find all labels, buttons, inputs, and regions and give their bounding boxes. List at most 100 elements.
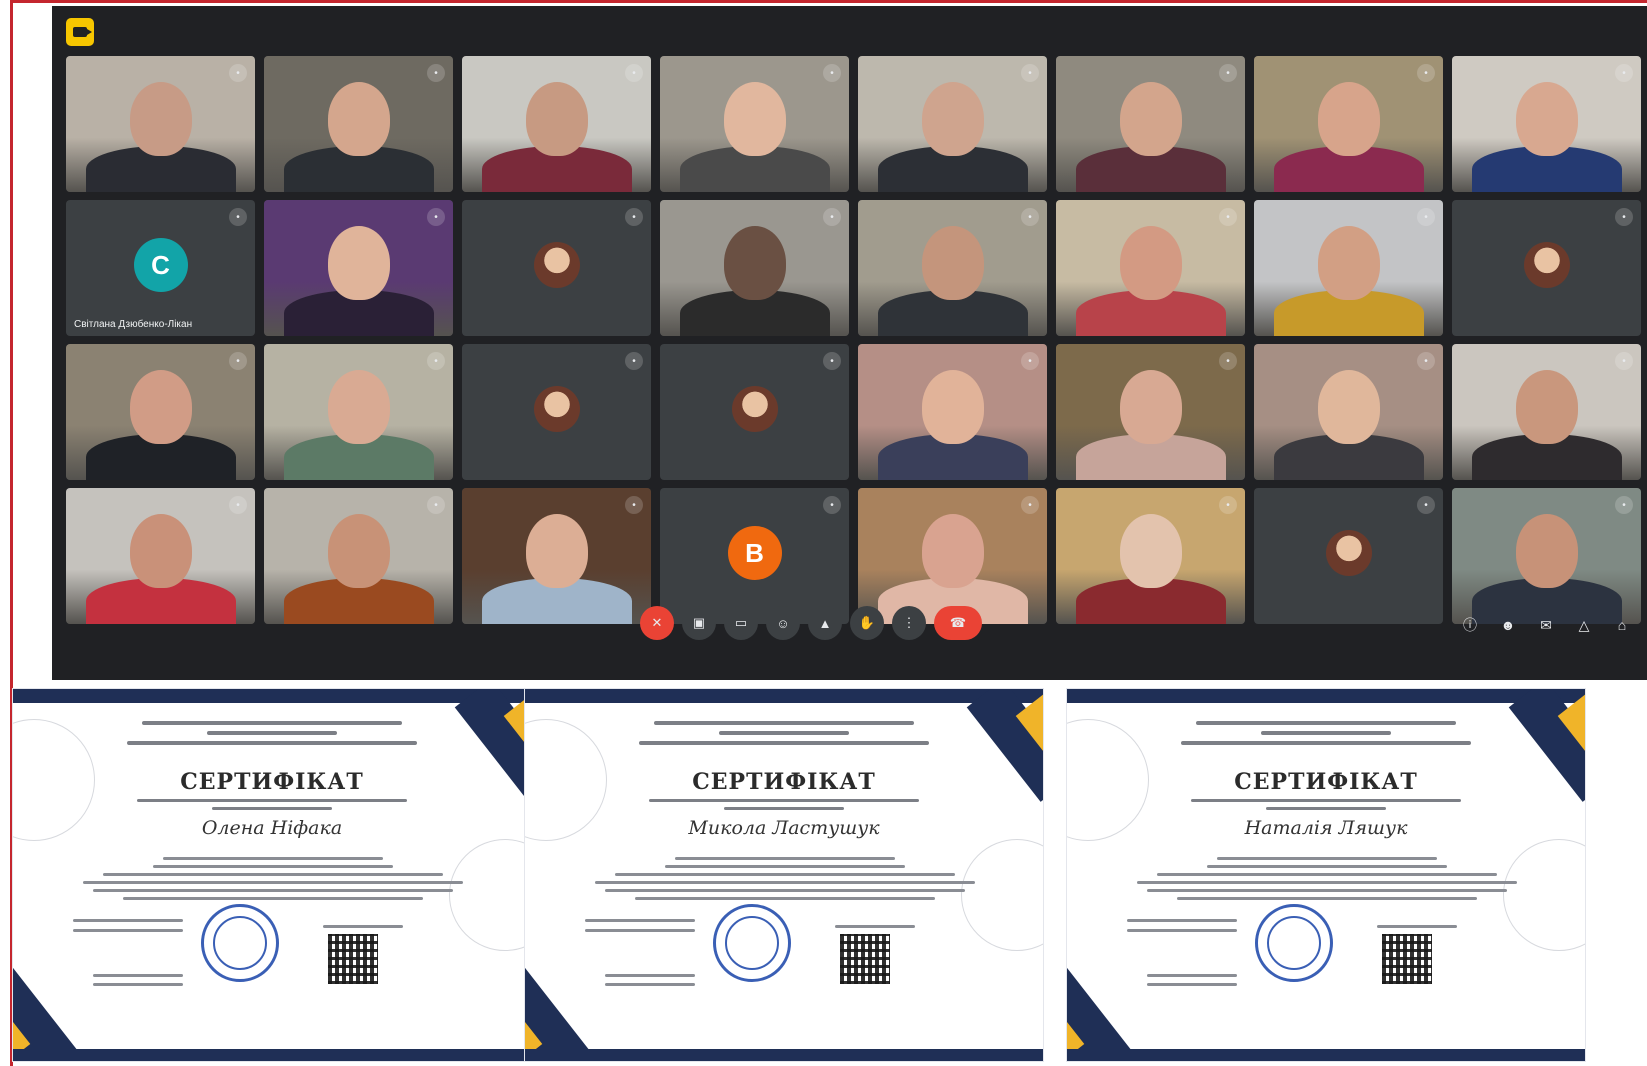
participant-face bbox=[1119, 82, 1182, 156]
participant-tile[interactable]: • bbox=[1254, 344, 1443, 480]
participant-tile[interactable]: • bbox=[1452, 344, 1641, 480]
participant-tile[interactable]: • bbox=[1452, 56, 1641, 192]
participant-face bbox=[129, 82, 192, 156]
participant-tile[interactable]: • bbox=[66, 344, 255, 480]
mic-muted-icon: • bbox=[427, 208, 445, 226]
participant-face bbox=[1515, 514, 1578, 588]
participant-tile[interactable]: • bbox=[264, 200, 453, 336]
captions-button[interactable]: ▭ bbox=[724, 606, 758, 640]
participant-tile[interactable]: • bbox=[858, 56, 1047, 192]
participant-face bbox=[525, 514, 588, 588]
participant-tile[interactable]: • bbox=[1254, 56, 1443, 192]
certificate-header-text bbox=[1196, 721, 1456, 725]
certificate-body-text bbox=[605, 889, 965, 892]
chat-icon[interactable]: ✉ bbox=[1533, 614, 1559, 636]
certificate-footer-text bbox=[1147, 983, 1237, 986]
participant-tile[interactable]: • bbox=[1452, 200, 1641, 336]
participant-face bbox=[129, 370, 192, 444]
participant-tile[interactable]: • bbox=[858, 200, 1047, 336]
participant-tile[interactable]: • bbox=[660, 344, 849, 480]
certificate-body-text bbox=[595, 881, 975, 884]
certificate-card: СЕРТИФІКАТ Наталія Ляшук bbox=[1066, 688, 1586, 1062]
participant-face bbox=[525, 82, 588, 156]
certificate-body-text bbox=[1147, 889, 1507, 892]
certificate-qr-code bbox=[1382, 934, 1432, 984]
certificate-subtitle-text bbox=[724, 807, 844, 810]
mic-muted-icon: • bbox=[1021, 352, 1039, 370]
certificate-border bbox=[13, 689, 531, 703]
certificate-header-text bbox=[142, 721, 402, 725]
participant-face bbox=[129, 514, 192, 588]
certificate-seal bbox=[713, 904, 791, 982]
present-button[interactable]: ▲ bbox=[808, 606, 842, 640]
participant-face bbox=[1515, 370, 1578, 444]
certificate-subtitle-text bbox=[1191, 799, 1461, 802]
certificate-body-text bbox=[93, 889, 453, 892]
emoji-button[interactable]: ☺ bbox=[766, 606, 800, 640]
certificate-subtitle-text bbox=[1266, 807, 1386, 810]
participant-tile[interactable]: • bbox=[1254, 200, 1443, 336]
certificate-ornament bbox=[449, 839, 531, 951]
certificate-signatory bbox=[835, 925, 915, 928]
participant-face bbox=[1317, 370, 1380, 444]
camera-button[interactable]: ▣ bbox=[682, 606, 716, 640]
participant-tile[interactable]: • bbox=[858, 344, 1047, 480]
certificate-signatory bbox=[1127, 929, 1237, 932]
video-call-window: • • • • • • • • С • Світлана Дзюбенко-Лікан • • • • • • •… bbox=[52, 6, 1647, 680]
mic-muted-icon: • bbox=[1417, 64, 1435, 82]
leave-call-button[interactable]: ☎ bbox=[934, 606, 982, 640]
participant-tile[interactable]: • bbox=[462, 56, 651, 192]
certificate-body-text bbox=[1207, 865, 1447, 868]
activities-icon[interactable]: △ bbox=[1571, 614, 1597, 636]
participant-tile[interactable]: • bbox=[1056, 56, 1245, 192]
certificate-body-text bbox=[1217, 857, 1437, 860]
participant-avatar bbox=[1325, 530, 1372, 576]
certificate-title: СЕРТИФІКАТ bbox=[1234, 769, 1418, 795]
certificate-signatory bbox=[585, 919, 695, 922]
certificate-border bbox=[525, 689, 1043, 703]
certificate-header-text bbox=[639, 741, 929, 745]
certificate-title: СЕРТИФІКАТ bbox=[692, 769, 876, 795]
certificate-header-text bbox=[207, 731, 337, 735]
certificate-ornament bbox=[1503, 839, 1585, 951]
mic-muted-icon: • bbox=[1219, 64, 1237, 82]
certificate-signatory bbox=[73, 919, 183, 922]
participant-tile[interactable]: • bbox=[462, 200, 651, 336]
participant-avatar: С bbox=[133, 238, 188, 292]
participant-name: Світлана Дзюбенко-Лікан bbox=[74, 319, 193, 330]
participant-tile[interactable]: • bbox=[264, 344, 453, 480]
mic-muted-icon: • bbox=[1219, 352, 1237, 370]
participant-tile[interactable]: • bbox=[264, 56, 453, 192]
raise-hand-button[interactable]: ✋ bbox=[850, 606, 884, 640]
participant-tile[interactable]: • bbox=[660, 200, 849, 336]
certificate-footer-text bbox=[605, 974, 695, 977]
participant-tile[interactable]: • bbox=[660, 56, 849, 192]
mic-off-button[interactable]: ✕ bbox=[640, 606, 674, 640]
mic-muted-icon: • bbox=[1219, 496, 1237, 514]
more-button[interactable]: ⋮ bbox=[892, 606, 926, 640]
participant-tile[interactable]: • bbox=[1056, 200, 1245, 336]
certificate-body-text bbox=[1137, 881, 1517, 884]
participant-tile[interactable]: • bbox=[1056, 344, 1245, 480]
participant-face bbox=[723, 226, 786, 300]
participant-face bbox=[327, 226, 390, 300]
mic-muted-icon: • bbox=[1417, 496, 1435, 514]
people-icon[interactable]: ☻ bbox=[1495, 614, 1521, 636]
lock-icon[interactable]: ⌂ bbox=[1609, 614, 1635, 636]
participant-tile[interactable]: • bbox=[66, 56, 255, 192]
certificate-signatory bbox=[1127, 919, 1237, 922]
participant-face bbox=[327, 82, 390, 156]
mic-muted-icon: • bbox=[823, 64, 841, 82]
certificate-signatory bbox=[1377, 925, 1457, 928]
participant-face bbox=[327, 370, 390, 444]
participant-tile[interactable]: С • Світлана Дзюбенко-Лікан bbox=[66, 200, 255, 336]
certificate-signatory bbox=[323, 925, 403, 928]
info-icon[interactable]: ⓘ bbox=[1457, 614, 1483, 636]
mic-muted-icon: • bbox=[625, 208, 643, 226]
certificate-footer-text bbox=[605, 983, 695, 986]
participant-face bbox=[1317, 226, 1380, 300]
certificate-recipient: Микола Ластушук bbox=[688, 817, 880, 839]
certificate-ornament bbox=[961, 839, 1043, 951]
mic-muted-icon: • bbox=[229, 496, 247, 514]
participant-tile[interactable]: • bbox=[462, 344, 651, 480]
